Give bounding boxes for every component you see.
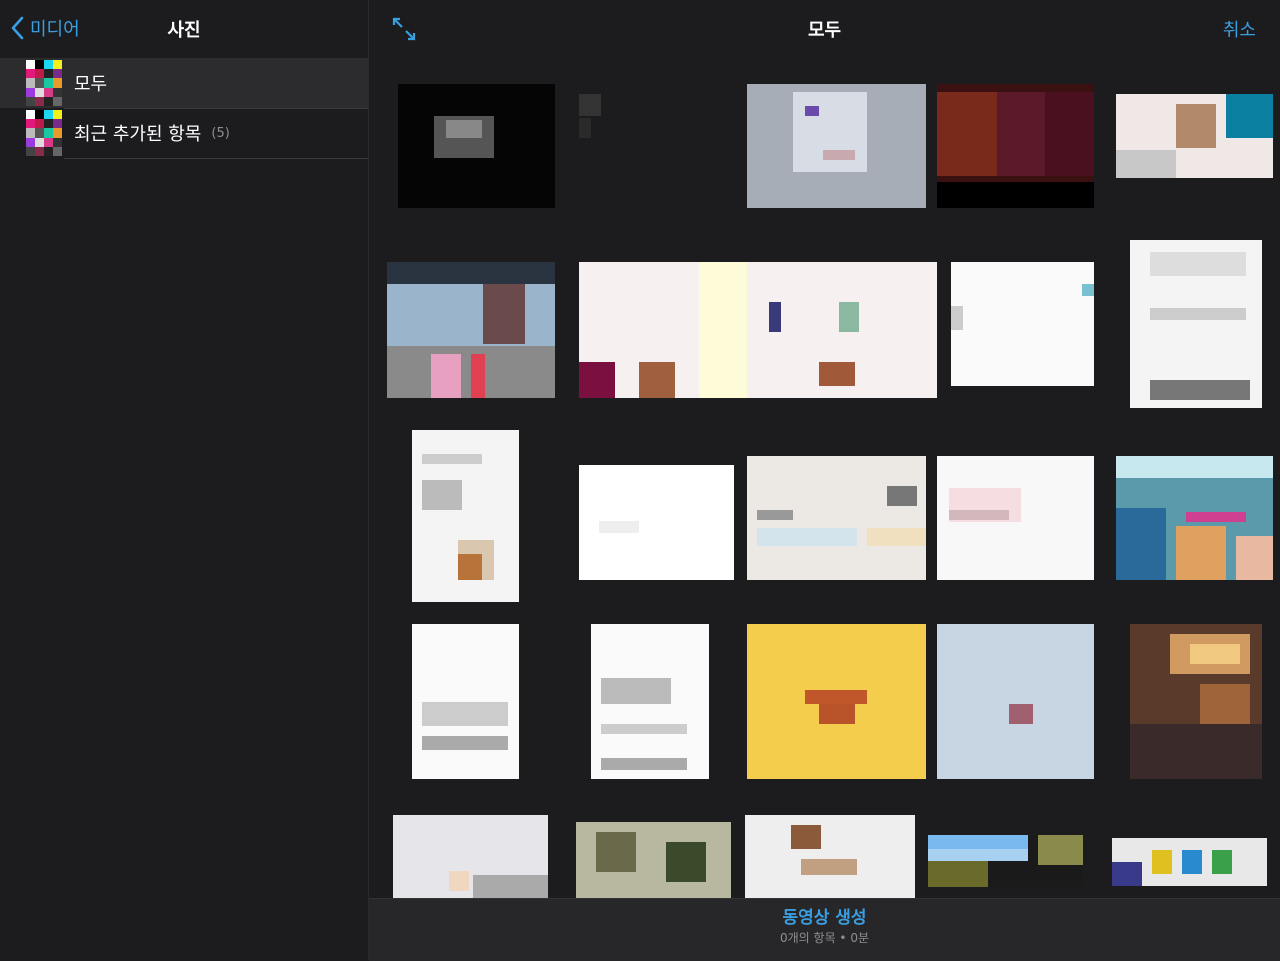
photo-thumbnail[interactable] xyxy=(747,456,926,580)
sidebar-title: 사진 xyxy=(167,20,201,41)
album-label: 최근 추가된 항목 xyxy=(74,124,202,145)
photo-thumbnail[interactable] xyxy=(747,84,926,208)
photo-thumbnail[interactable] xyxy=(579,262,937,398)
album-thumbnail xyxy=(26,60,62,106)
selection-summary: 0개의 항목 • 0분 xyxy=(780,931,869,945)
photo-thumbnail[interactable] xyxy=(747,624,926,779)
album-count: (5) xyxy=(211,125,230,141)
photo-thumbnail[interactable] xyxy=(393,815,548,898)
photo-thumbnail[interactable] xyxy=(1112,838,1267,886)
album-label: 모두 xyxy=(74,74,108,95)
album-thumbnail xyxy=(26,110,62,156)
photo-thumbnail[interactable] xyxy=(412,624,519,779)
photo-thumbnail[interactable] xyxy=(937,84,1094,208)
photo-thumbnail[interactable] xyxy=(412,430,519,602)
create-video-button[interactable]: 동영상 생성 xyxy=(369,903,1280,928)
photo-thumbnail[interactable] xyxy=(577,84,735,208)
album-all[interactable]: 모두 xyxy=(0,58,368,108)
photo-thumbnail[interactable] xyxy=(1116,456,1273,580)
photo-thumbnail[interactable] xyxy=(745,815,915,898)
photo-thumbnail[interactable] xyxy=(937,624,1094,779)
photo-thumbnail[interactable] xyxy=(1130,240,1262,408)
photo-grid-panel: 모두 취소 xyxy=(369,0,1280,960)
photo-thumbnail[interactable] xyxy=(387,262,555,398)
photo-thumbnail[interactable] xyxy=(1116,94,1273,178)
main-header: 모두 취소 xyxy=(369,0,1280,56)
sidebar: 미디어 사진 모두 최근 추가된 항목 (5) xyxy=(0,0,369,960)
photo-thumbnail[interactable] xyxy=(951,262,1094,386)
photo-thumbnail[interactable] xyxy=(579,465,734,580)
photo-thumbnail[interactable] xyxy=(591,624,709,779)
sidebar-header: 미디어 사진 xyxy=(0,0,368,56)
cancel-button[interactable]: 취소 xyxy=(1223,16,1256,42)
divider xyxy=(64,158,368,159)
photo-thumbnail[interactable] xyxy=(1130,624,1262,779)
photo-thumbnail[interactable] xyxy=(937,456,1094,580)
photo-thumbnail[interactable] xyxy=(576,822,731,898)
photo-thumbnail[interactable] xyxy=(928,835,1083,887)
main-title: 모두 xyxy=(807,20,842,41)
bottom-toolbar: 동영상 생성 0개의 항목 • 0분 xyxy=(369,898,1280,961)
photo-thumbnail[interactable] xyxy=(398,84,555,208)
album-recently-added[interactable]: 최근 추가된 항목 (5) xyxy=(0,108,368,158)
